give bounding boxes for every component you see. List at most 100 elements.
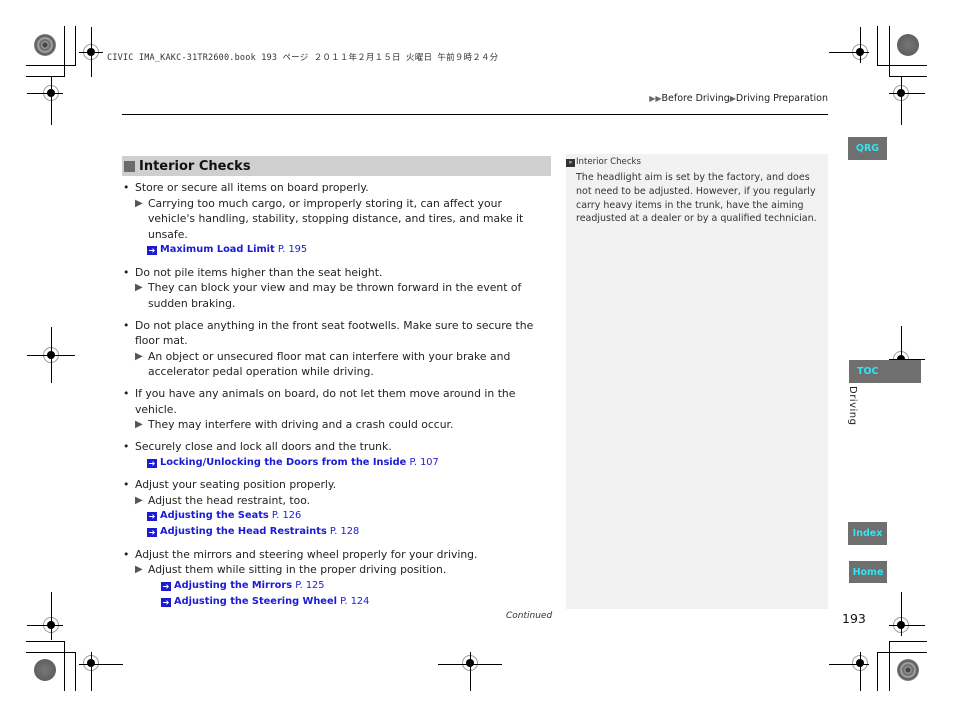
crop-line bbox=[470, 652, 471, 691]
item-detail: ▶ They can block your view and may be thr… bbox=[135, 280, 551, 311]
continued-label: Continued bbox=[506, 611, 553, 621]
crop-line bbox=[26, 76, 65, 77]
side-note-title: » Interior Checks bbox=[566, 156, 820, 169]
triangle-icon: ▶ bbox=[135, 350, 143, 362]
crop-line bbox=[860, 27, 861, 63]
crop-line bbox=[889, 76, 927, 77]
item-text: Adjust your seating position properly. bbox=[135, 478, 337, 491]
ref-page: P. 126 bbox=[271, 510, 302, 521]
triangle-icon: ▶ bbox=[135, 494, 143, 506]
triangle-icon: ▶ bbox=[135, 419, 143, 430]
ref-link-locking-unlocking-doors[interactable]: ➔ Locking/Unlocking the Doors from the In… bbox=[147, 455, 551, 471]
item-text: If you have any animals on board, do not… bbox=[135, 387, 516, 416]
item-text: Store or secure all items on board prope… bbox=[135, 181, 369, 194]
section-label[interactable]: Driving bbox=[847, 386, 858, 425]
item-detail: ▶ They may interfere with driving and a c… bbox=[135, 417, 551, 433]
arrow-right-icon: ➔ bbox=[161, 597, 171, 607]
item-detail: ▶ Adjust the head restraint, too. bbox=[135, 493, 551, 509]
crop-line bbox=[889, 93, 925, 94]
triangle-icon: ▶ bbox=[135, 282, 143, 293]
double-chevron-icon: » bbox=[566, 159, 575, 167]
item-detail-text: Carrying too much cargo, or improperly s… bbox=[148, 196, 524, 241]
header-rule bbox=[122, 114, 828, 115]
crop-line bbox=[79, 664, 123, 665]
bullet-icon: • bbox=[123, 478, 130, 491]
crop-line bbox=[79, 52, 103, 53]
crop-line bbox=[889, 26, 890, 76]
item-detail: ▶ Carrying too much cargo, or improperly … bbox=[135, 196, 551, 243]
ref-page: P. 125 bbox=[295, 579, 325, 591]
side-note: » Interior Checks The headlight aim is se… bbox=[566, 154, 828, 609]
item-detail: ▶ Adjust them while sitting in the proper… bbox=[135, 562, 551, 578]
crop-line bbox=[829, 664, 869, 665]
side-note-body: The headlight aim is set by the factory,… bbox=[576, 172, 817, 225]
ref-link-adjusting-mirrors[interactable]: ➔ Adjusting the Mirrors P. 125 bbox=[161, 578, 551, 594]
color-disc-mark bbox=[897, 34, 919, 56]
tab-home[interactable]: Home bbox=[849, 561, 887, 583]
triangle-icon: ▶ bbox=[135, 564, 143, 575]
heading-square-icon bbox=[124, 160, 135, 172]
crop-line bbox=[91, 652, 92, 691]
item-refs: ➔ Adjusting the Seats P. 126 ➔ Adjusting t… bbox=[135, 508, 551, 540]
bullet-icon: • bbox=[123, 440, 130, 453]
item-detail-text: Adjust the head restraint, too. bbox=[148, 493, 311, 507]
crop-line bbox=[829, 52, 869, 53]
item-refs: ➔ Maximum Load Limit P. 195 bbox=[135, 242, 551, 258]
crop-line bbox=[877, 652, 927, 653]
checklist-item: • Do not pile items higher than the seat… bbox=[122, 265, 551, 312]
item-text: Adjust the mirrors and steering wheel pr… bbox=[135, 547, 478, 561]
crop-line bbox=[26, 65, 76, 66]
item-detail-text: They may interfere with driving and a cr… bbox=[148, 418, 454, 431]
crop-line bbox=[51, 77, 52, 125]
crop-line bbox=[889, 625, 925, 626]
crop-line bbox=[27, 355, 75, 356]
ref-title: Locking/Unlocking the Doors from the Ins… bbox=[160, 456, 407, 468]
item-detail: ▶ An object or unsecured floor mat can in… bbox=[135, 349, 551, 380]
ref-title: Adjusting the Head Restraints bbox=[160, 526, 327, 537]
item-refs: ➔ Locking/Unlocking the Doors from the In… bbox=[135, 455, 551, 471]
breadcrumb-driving-preparation[interactable]: Driving Preparation bbox=[736, 93, 828, 104]
ref-link-maximum-load-limit[interactable]: ➔ Maximum Load Limit P. 195 bbox=[147, 242, 551, 258]
breadcrumb: ▶▶Before Driving▶Driving Preparation bbox=[649, 93, 828, 104]
item-text: Securely close and lock all doors and th… bbox=[135, 440, 392, 453]
crop-line bbox=[51, 592, 52, 640]
bullet-icon: • bbox=[123, 181, 130, 194]
item-refs: ➔ Adjusting the Mirrors P. 125 ➔ Adjusting… bbox=[135, 578, 551, 610]
ref-link-adjusting-steering-wheel[interactable]: ➔ Adjusting the Steering Wheel P. 124 bbox=[161, 594, 551, 610]
crop-line bbox=[901, 77, 902, 125]
crop-line bbox=[75, 26, 76, 65]
checklist-item: • Adjust your seating position properly.… bbox=[122, 477, 551, 540]
side-note-title-text: Interior Checks bbox=[576, 157, 641, 167]
section-heading: Interior Checks bbox=[122, 156, 551, 176]
triangle-icon: ▶ bbox=[135, 197, 143, 209]
tab-index[interactable]: Index bbox=[848, 522, 887, 545]
arrow-right-icon: ➔ bbox=[147, 458, 157, 468]
checklist-item: • Adjust the mirrors and steering wheel … bbox=[122, 547, 551, 610]
crop-line bbox=[26, 641, 65, 642]
crop-line bbox=[877, 65, 927, 66]
crop-line bbox=[889, 641, 927, 642]
arrow-right-icon: ➔ bbox=[147, 512, 157, 521]
crop-line bbox=[877, 652, 878, 691]
ref-page: P. 195 bbox=[277, 244, 308, 255]
bullet-icon: • bbox=[123, 265, 130, 279]
checklist-item: • If you have any animals on board, do n… bbox=[122, 386, 551, 433]
crop-line bbox=[877, 26, 878, 66]
crop-line bbox=[27, 93, 63, 94]
color-disc-mark bbox=[34, 34, 56, 56]
bullet-icon: • bbox=[123, 318, 130, 332]
ref-page: P. 128 bbox=[329, 526, 360, 537]
crop-line bbox=[64, 641, 65, 691]
ref-page: P. 124 bbox=[340, 595, 370, 607]
ref-link-adjusting-head-restraints[interactable]: ➔ Adjusting the Head Restraints P. 128 bbox=[147, 524, 551, 540]
ref-page: P. 107 bbox=[409, 456, 439, 468]
breadcrumb-before-driving[interactable]: Before Driving bbox=[662, 93, 730, 104]
tab-qrg[interactable]: QRG bbox=[848, 137, 887, 160]
breadcrumb-arrows-icon: ▶▶ bbox=[649, 94, 662, 103]
crop-line bbox=[860, 652, 861, 691]
tab-toc[interactable]: TOC bbox=[849, 360, 921, 383]
ref-link-adjusting-seats[interactable]: ➔ Adjusting the Seats P. 126 bbox=[147, 508, 551, 524]
color-disc-mark bbox=[897, 659, 919, 681]
checklist-item: • Do not place anything in the front sea… bbox=[122, 318, 551, 380]
print-header: CIVIC IMA_KAKC-31TR2600.book 193 ページ ２０１… bbox=[107, 53, 499, 63]
